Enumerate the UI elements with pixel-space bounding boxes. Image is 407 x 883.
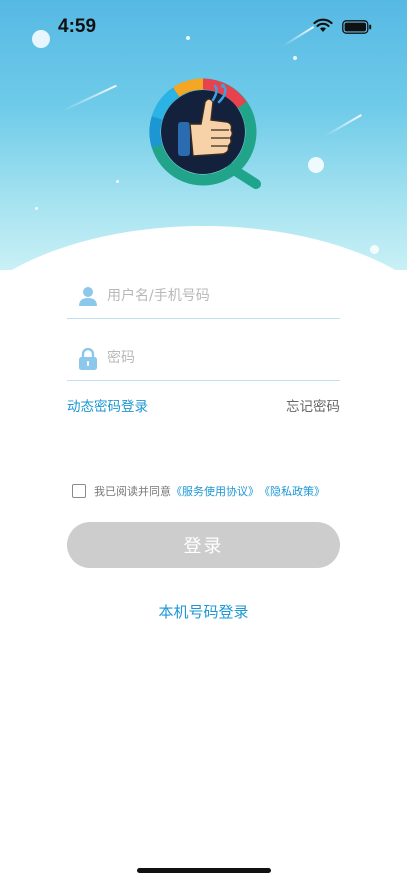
decor-dot — [293, 56, 297, 60]
battery-icon — [342, 20, 372, 34]
username-input[interactable] — [107, 284, 333, 308]
decor-dot — [308, 157, 324, 173]
service-agreement-link[interactable]: 《服务使用协议》 — [171, 483, 259, 499]
decor-streak — [61, 84, 117, 112]
status-time: 4:59 — [58, 16, 97, 37]
wifi-icon — [313, 18, 333, 32]
lock-icon — [79, 348, 97, 370]
local-number-login-link[interactable]: 本机号码登录 — [0, 601, 407, 622]
agreement-row: 我已阅读并同意 《服务使用协议》 《隐私政策》 — [72, 482, 325, 500]
decor-dot — [370, 245, 379, 254]
app-logo — [149, 78, 261, 189]
forgot-password-link[interactable]: 忘记密码 — [286, 395, 340, 415]
login-screen: 4:59 用户名/手机号码 动态密码登录 忘记密码 我已阅读并同意 《服务使用协… — [0, 0, 407, 883]
decor-dot — [116, 180, 119, 183]
privacy-policy-link[interactable]: 《隐私政策》 — [259, 483, 325, 499]
status-bar: 4:59 — [0, 0, 407, 52]
agreement-checkbox[interactable] — [72, 484, 86, 498]
decor-streak — [324, 114, 362, 137]
header-curve — [0, 226, 407, 270]
dynamic-password-login-link[interactable]: 动态密码登录 — [67, 395, 148, 415]
agreement-text: 我已阅读并同意 — [94, 485, 171, 498]
password-field — [67, 336, 340, 381]
home-indicator — [137, 868, 271, 873]
decor-dot — [35, 207, 38, 210]
username-field — [67, 274, 340, 319]
password-input[interactable] — [107, 346, 333, 370]
login-button[interactable]: 登录 — [67, 522, 340, 568]
user-icon — [79, 287, 97, 306]
